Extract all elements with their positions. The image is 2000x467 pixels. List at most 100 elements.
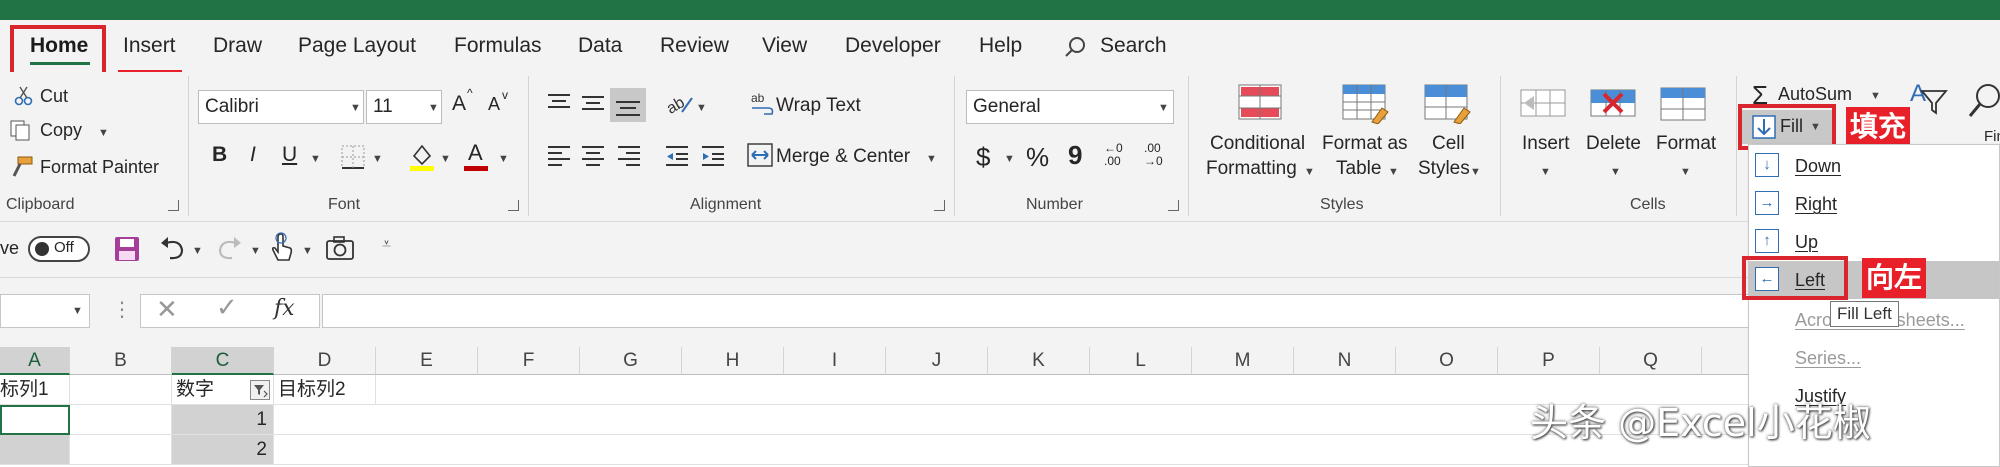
column-header-p[interactable]: P [1498,347,1600,375]
cell-styles-dropdown-icon[interactable]: ▼ [1470,166,1481,178]
tab-draw[interactable]: Draw [213,34,262,58]
cancel-formula-icon[interactable]: ✕ [156,294,178,325]
comma-style-button[interactable]: 9 [1068,140,1082,171]
font-color-dropdown-icon[interactable]: ▼ [498,153,509,165]
tab-formulas[interactable]: Formulas [454,34,542,58]
cell-d1[interactable]: 目标列2 [274,375,376,405]
cell-b3[interactable] [70,435,172,465]
merge-center-button[interactable]: Merge & Center [776,146,910,168]
column-header-c[interactable]: C [172,347,274,375]
search-icon[interactable] [1064,36,1086,58]
tab-view[interactable]: View [762,34,807,58]
conditional-formatting-line1[interactable]: Conditional [1210,133,1305,155]
column-header-k[interactable]: K [988,347,1090,375]
format-as-table-dropdown-icon[interactable]: ▼ [1388,166,1399,178]
wrap-text-button[interactable]: Wrap Text [776,95,861,117]
conditional-formatting-dropdown-icon[interactable]: ▼ [1304,166,1315,178]
underline-button[interactable]: U [282,143,297,167]
undo-icon[interactable] [158,234,186,262]
cut-button[interactable]: Cut [40,86,68,107]
column-header-f[interactable]: F [478,347,580,375]
column-header-j[interactable]: J [886,347,988,375]
tab-insert[interactable]: Insert [123,34,176,58]
column-header-q[interactable]: Q [1600,347,1702,375]
font-color-button[interactable]: A [468,140,483,166]
fill-menu-item-series[interactable]: Series... [1749,339,1999,377]
clipboard-launcher-icon[interactable] [168,200,179,211]
name-box-dropdown-icon[interactable]: ▼ [72,305,83,317]
column-header-e[interactable]: E [376,347,478,375]
tab-data[interactable]: Data [578,34,622,58]
format-cells-button[interactable]: Format [1656,133,1716,155]
column-header-d[interactable]: D [274,347,376,375]
cell-styles-line1[interactable]: Cell [1432,133,1465,155]
fill-menu-item-down[interactable]: ↓ Down [1749,147,1999,185]
number-format-dropdown-icon[interactable]: ▼ [1158,102,1169,114]
cell-a2[interactable] [0,405,70,435]
cell-a3[interactable] [0,435,70,465]
column-header-o[interactable]: O [1396,347,1498,375]
column-header-i[interactable]: I [784,347,886,375]
insert-cells-button[interactable]: Insert [1522,133,1570,155]
column-header-a[interactable]: A [0,347,70,375]
fill-menu-item-right[interactable]: → Right [1749,185,1999,223]
orientation-icon[interactable]: ab [664,90,694,116]
number-launcher-icon[interactable] [1168,200,1179,211]
column-header-h[interactable]: H [682,347,784,375]
touch-mode-dropdown-icon[interactable]: ▼ [302,245,313,257]
save-icon[interactable] [114,236,140,262]
align-middle-icon[interactable] [580,92,606,114]
fill-color-icon[interactable] [408,142,436,172]
format-as-table-line2[interactable]: Table [1336,158,1381,180]
cell-styles-line2[interactable]: Styles [1418,158,1470,180]
fill-color-dropdown-icon[interactable]: ▼ [440,153,451,165]
delete-cells-button[interactable]: Delete [1586,133,1641,155]
shrink-font-button[interactable]: A [488,94,500,115]
conditional-formatting-line2[interactable]: Formatting [1206,158,1297,180]
delete-cells-dropdown-icon[interactable]: ▼ [1610,166,1621,178]
merge-dropdown-icon[interactable]: ▼ [926,153,937,165]
insert-cells-dropdown-icon[interactable]: ▼ [1540,166,1551,178]
autosum-dropdown-icon[interactable]: ▼ [1870,90,1881,102]
format-as-table-line1[interactable]: Format as [1322,133,1408,155]
decrease-decimal-button[interactable]: .00 →0 [1144,142,1172,168]
borders-dropdown-icon[interactable]: ▼ [372,153,383,165]
decrease-indent-icon[interactable] [664,144,690,168]
italic-button[interactable]: I [250,143,256,167]
bold-button[interactable]: B [212,143,227,167]
align-right-icon[interactable] [616,144,642,168]
redo-icon[interactable] [216,234,244,262]
column-header-l[interactable]: L [1090,347,1192,375]
column-header-g[interactable]: G [580,347,682,375]
column-header-m[interactable]: M [1192,347,1294,375]
search-box[interactable]: Search [1100,34,1167,58]
tab-developer[interactable]: Developer [845,34,941,58]
redo-dropdown-icon[interactable]: ▼ [250,245,261,257]
increase-indent-icon[interactable] [700,144,726,168]
alignment-launcher-icon[interactable] [934,200,945,211]
undo-dropdown-icon[interactable]: ▼ [192,245,203,257]
copy-dropdown-icon[interactable]: ▼ [98,127,109,139]
cell-c2[interactable]: 1 [172,405,274,435]
underline-dropdown-icon[interactable]: ▼ [310,153,321,165]
customize-qat-icon[interactable]: ⩡ [382,236,391,254]
filter-active-icon[interactable] [250,380,270,400]
font-launcher-icon[interactable] [508,200,519,211]
percent-button[interactable]: % [1026,142,1049,173]
align-left-icon[interactable] [546,144,572,168]
currency-dropdown-icon[interactable]: ▼ [1004,153,1015,165]
number-format-select[interactable]: General [966,90,1174,124]
tab-page-layout[interactable]: Page Layout [298,34,416,58]
cell-a1[interactable]: 标列1 [0,375,70,405]
grow-font-button[interactable]: A [452,92,466,116]
autosum-button[interactable]: AutoSum [1778,84,1852,105]
find-select-label-partial[interactable]: Find [1984,128,2000,145]
borders-icon[interactable] [340,144,366,170]
format-cells-dropdown-icon[interactable]: ▼ [1680,166,1691,178]
enter-formula-icon[interactable]: ✓ [216,292,238,323]
camera-icon[interactable] [326,236,354,260]
align-center-icon[interactable] [580,144,606,168]
align-bottom-icon[interactable] [610,88,646,122]
font-name-dropdown-icon[interactable]: ▼ [350,102,361,114]
cell-b2[interactable] [70,405,172,435]
